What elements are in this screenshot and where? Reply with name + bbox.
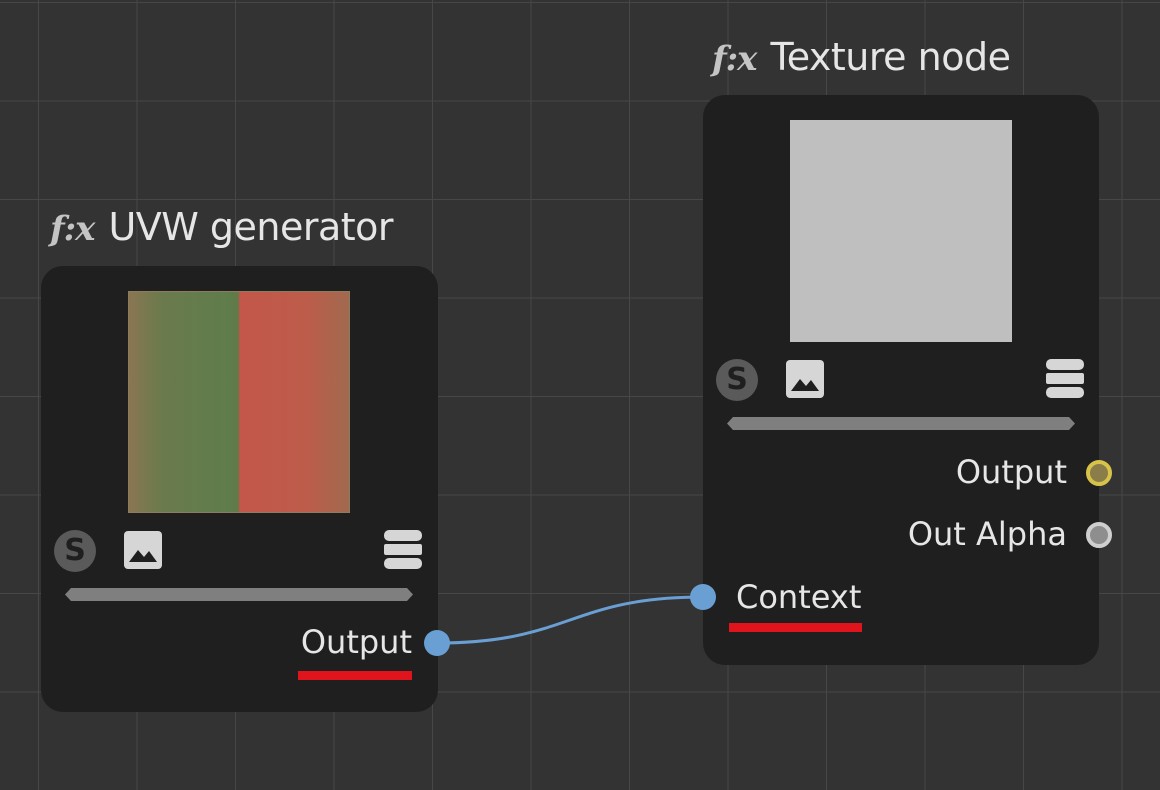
preview-slider[interactable] (65, 588, 413, 601)
image-icon[interactable] (124, 531, 162, 569)
image-icon[interactable] (786, 360, 824, 398)
shader-icon[interactable]: S (716, 359, 758, 401)
texture-output-label: Output (955, 453, 1067, 491)
texture-context-port[interactable] (690, 584, 716, 610)
texture-node[interactable]: S Output Out Alpha Context (703, 95, 1099, 665)
function-icon: f:x (50, 209, 95, 249)
layers-menu-icon[interactable] (1046, 359, 1084, 399)
layers-menu-icon[interactable] (384, 530, 422, 570)
uvw-generator-title: f:x UVW generator (50, 205, 394, 249)
uvw-output-port[interactable] (424, 630, 450, 656)
context-highlight-underline (729, 623, 862, 632)
uvw-preview-thumbnail (128, 291, 350, 513)
node-title-text[interactable]: Texture node (770, 35, 1011, 79)
shader-icon[interactable]: S (54, 530, 96, 572)
preview-slider[interactable] (727, 417, 1075, 430)
uvw-generator-node[interactable]: S Output (41, 266, 438, 712)
texture-node-title: f:x Texture node (712, 35, 1011, 79)
texture-context-label: Context (736, 578, 862, 616)
function-icon: f:x (712, 39, 757, 79)
output-highlight-underline (298, 671, 412, 680)
texture-out-alpha-port[interactable] (1086, 522, 1112, 548)
texture-preview-thumbnail (790, 120, 1012, 342)
node-title-text[interactable]: UVW generator (108, 205, 393, 249)
uvw-output-label: Output (300, 623, 412, 661)
texture-output-port[interactable] (1086, 460, 1112, 486)
texture-out-alpha-label: Out Alpha (907, 515, 1067, 553)
